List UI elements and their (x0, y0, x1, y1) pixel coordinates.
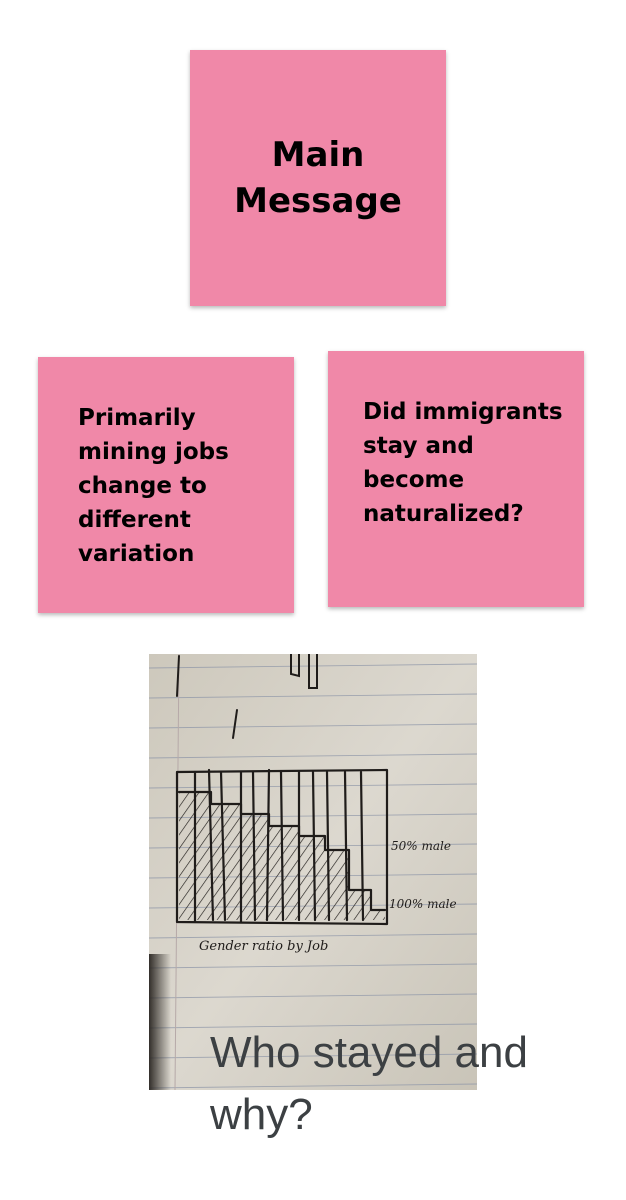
sticky-note-main-message[interactable]: Main Message (190, 50, 446, 306)
sticky-note-mining-jobs-text: Primarily mining jobs change to differen… (78, 405, 229, 567)
photo-shadow (149, 954, 171, 1090)
sketch-label-100-percent-male: 100% male (389, 897, 457, 911)
sticky-note-mining-jobs[interactable]: Primarily mining jobs change to differen… (38, 357, 294, 613)
sketch-caption: Gender ratio by Job (199, 939, 328, 954)
main-message-line-2: Message (234, 181, 402, 221)
main-message-line-1: Main (271, 135, 365, 175)
sketch-label-50-percent-male: 50% male (391, 839, 451, 853)
sticky-note-immigrants-text: Did immigrants stay and become naturaliz… (363, 399, 563, 527)
sticky-note-immigrants[interactable]: Did immigrants stay and become naturaliz… (328, 351, 584, 607)
caption-text: Who stayed and why? (210, 1028, 528, 1139)
